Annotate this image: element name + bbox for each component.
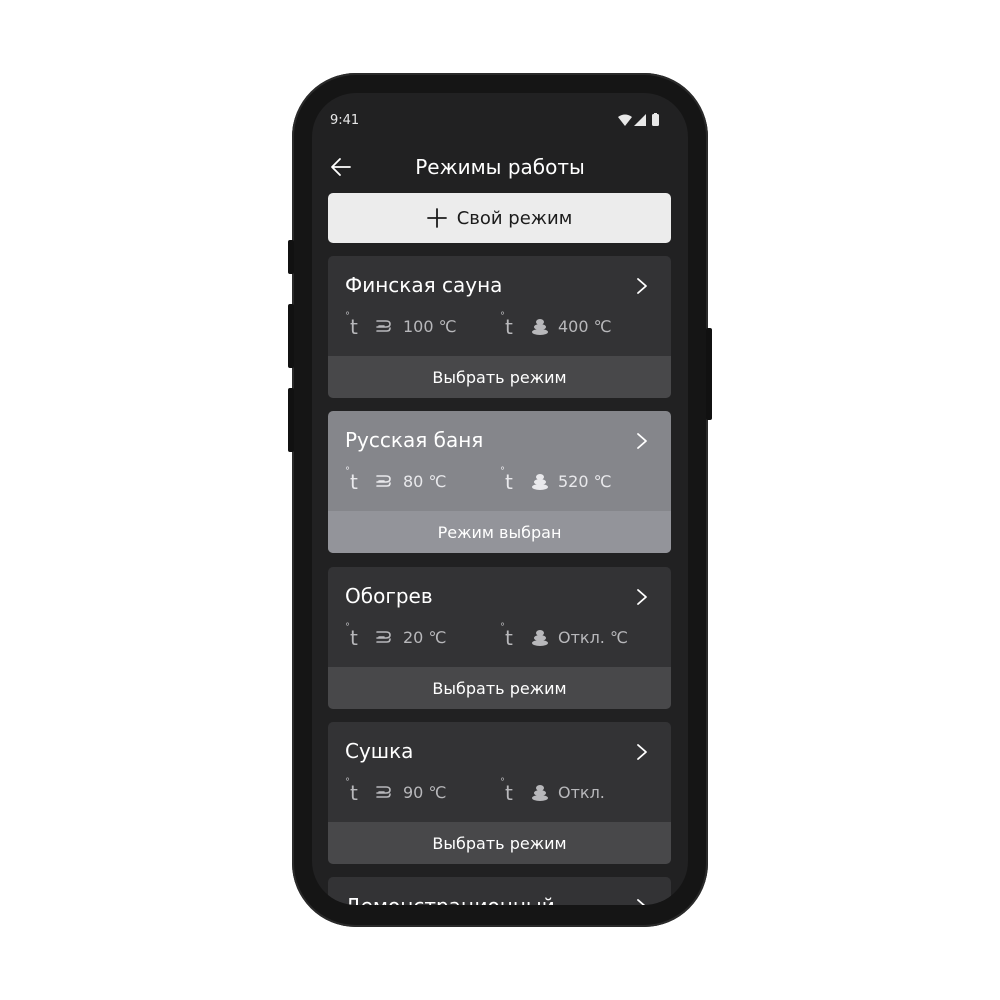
stone-temperature: ° t Откл. [500, 777, 605, 805]
mode-card[interactable]: Финская сауна ° t 100 ℃ ° t 400 ℃ Выбрать режим [328, 256, 671, 398]
temperature-icon: ° t [345, 466, 358, 494]
chevron-right-icon[interactable] [635, 276, 649, 296]
app-screen: 9:41 Режимы работы Свой режим Финская са… [312, 93, 688, 905]
mode-params: ° t 100 ℃ ° t 400 ℃ [345, 311, 655, 339]
mode-card[interactable]: Демонстрационный°t°t [328, 877, 671, 905]
temperature-icon: ° t [500, 311, 513, 339]
air-flow-icon [376, 786, 391, 798]
mode-card[interactable]: Русская баня ° t 80 ℃ ° t 520 ℃ Режим выбран [328, 411, 671, 553]
select-mode-button[interactable]: Выбрать режим [328, 356, 671, 398]
mode-card[interactable]: Сушка ° t 90 ℃ ° t Откл. Выбрать режим [328, 722, 671, 864]
volume-button-bottom [288, 388, 294, 452]
stones-icon [532, 474, 548, 490]
select-mode-button[interactable]: Выбрать режим [328, 822, 671, 864]
stone-temperature-value: 400 ℃ [558, 316, 612, 336]
stone-temperature: ° t Откл. ℃ [500, 622, 628, 650]
chevron-right-icon[interactable] [635, 897, 649, 905]
stones-icon [532, 319, 548, 335]
air-temperature-value: 90 ℃ [403, 782, 447, 802]
mode-name: Русская баня [345, 428, 484, 452]
status-time: 9:41 [330, 113, 360, 128]
status-bar: 9:41 [312, 93, 688, 145]
air-temperature: ° t 80 ℃ [345, 466, 447, 494]
temperature-icon: ° t [500, 777, 513, 805]
stone-temperature-value: Откл. ℃ [558, 627, 628, 647]
wifi-icon [618, 114, 632, 126]
temperature-icon: ° t [345, 311, 358, 339]
air-temperature: ° t 90 ℃ [345, 777, 447, 805]
mode-params: ° t 20 ℃ ° t Откл. ℃ [345, 622, 655, 650]
mode-card[interactable]: Обогрев ° t 20 ℃ ° t Откл. ℃ Выбрать режим [328, 567, 671, 709]
chevron-right-icon[interactable] [635, 587, 649, 607]
air-temperature-value: 80 ℃ [403, 471, 447, 491]
temperature-icon: ° t [500, 622, 513, 650]
air-flow-icon [376, 631, 391, 643]
mode-selected-label: Режим выбран [328, 511, 671, 553]
mode-params: ° t 90 ℃ ° t Откл. [345, 777, 655, 805]
temperature-icon: ° t [500, 466, 513, 494]
temperature-icon: ° t [345, 777, 358, 805]
page-title: Режимы работы [415, 155, 585, 179]
battery-icon [652, 113, 659, 126]
volume-button-middle [288, 304, 294, 368]
air-temperature-value: 20 ℃ [403, 627, 447, 647]
chevron-right-icon[interactable] [635, 431, 649, 451]
add-custom-mode-button[interactable]: Свой режим [328, 193, 671, 243]
stone-temperature-value: Откл. [558, 782, 605, 802]
signal-icon [634, 114, 646, 126]
select-mode-button[interactable]: Выбрать режим [328, 667, 671, 709]
stone-temperature: ° t 520 ℃ [500, 466, 612, 494]
mode-name: Финская сауна [345, 273, 503, 297]
mode-name: Обогрев [345, 584, 433, 608]
air-flow-icon [376, 320, 391, 332]
volume-button-top [288, 240, 294, 274]
air-temperature: ° t 100 ℃ [345, 311, 457, 339]
air-flow-icon [376, 475, 391, 487]
stones-icon [532, 630, 548, 646]
mode-params: ° t 80 ℃ ° t 520 ℃ [345, 466, 655, 494]
app-header: Режимы работы [312, 145, 688, 189]
status-icons [618, 113, 659, 126]
mode-name: Сушка [345, 739, 414, 763]
stone-temperature-value: 520 ℃ [558, 471, 612, 491]
air-temperature-value: 100 ℃ [403, 316, 457, 336]
stone-temperature: ° t 400 ℃ [500, 311, 612, 339]
chevron-right-icon[interactable] [635, 742, 649, 762]
power-button [706, 328, 712, 420]
add-custom-mode-label: Свой режим [456, 207, 573, 229]
stones-icon [532, 785, 548, 801]
temperature-icon: ° t [345, 622, 358, 650]
mode-name: Демонстрационный [345, 894, 555, 905]
air-temperature: ° t 20 ℃ [345, 622, 447, 650]
plus-icon [426, 208, 447, 228]
